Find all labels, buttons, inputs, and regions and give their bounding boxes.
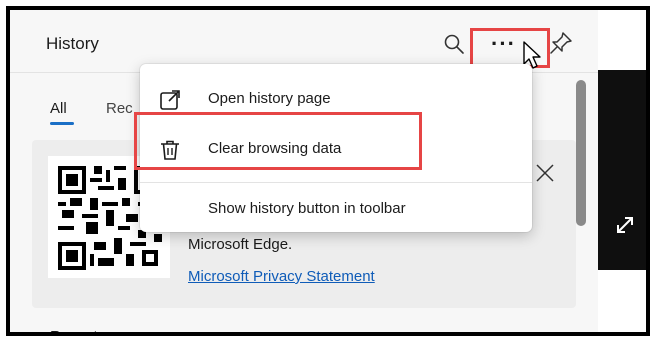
tab-active-indicator [50, 122, 74, 125]
menu-item-show-history-button[interactable]: Show history button in toolbar [140, 190, 532, 230]
more-icon: ··· [491, 31, 516, 56]
pin-icon[interactable] [548, 30, 574, 56]
highlight-box [134, 112, 422, 170]
expand-icon[interactable] [614, 214, 636, 236]
privacy-statement-link[interactable]: Microsoft Privacy Statement [188, 268, 375, 285]
close-icon[interactable] [534, 162, 556, 184]
app-window: History ··· All Rec Microsoft Edge. Micr… [6, 6, 650, 336]
tab-all[interactable]: All [50, 100, 67, 117]
section-heading: Recent [50, 328, 98, 332]
menu-divider [140, 182, 532, 183]
open-external-icon [160, 90, 180, 110]
tab-recently-closed[interactable]: Rec [106, 100, 133, 117]
menu-item-label: Open history page [208, 90, 331, 107]
page-content-media [598, 70, 646, 270]
panel-title: History [46, 34, 99, 53]
menu-item-label: Show history button in toolbar [208, 200, 406, 217]
card-description: Microsoft Edge. [188, 236, 293, 253]
search-icon[interactable] [442, 32, 466, 56]
scrollbar-thumb[interactable] [576, 80, 586, 226]
